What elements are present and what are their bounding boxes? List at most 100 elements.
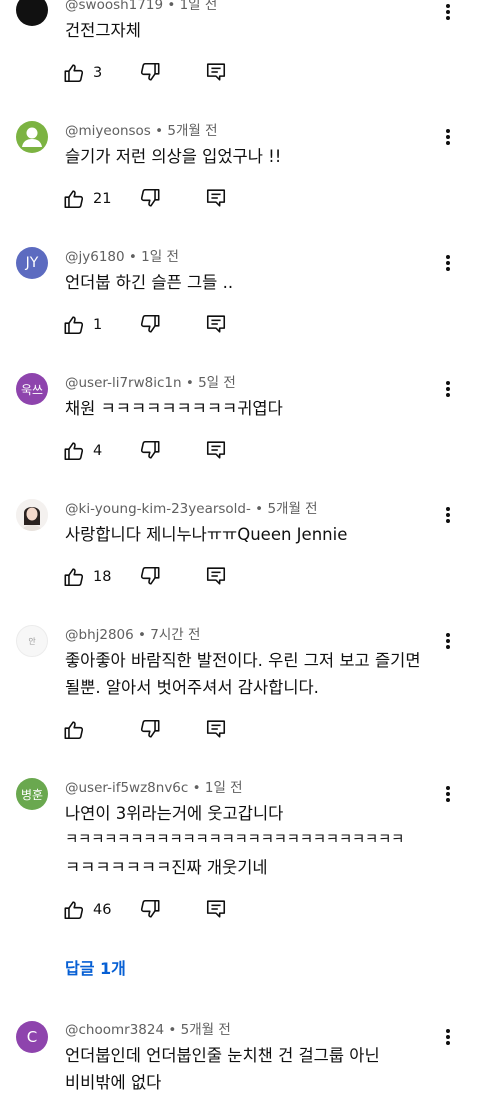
dislike-button[interactable] — [139, 61, 163, 85]
comment-time: 5개월 전 — [180, 1022, 231, 1038]
comment-author[interactable]: @jy6180 — [65, 249, 125, 265]
comment-actions: 46 — [63, 898, 243, 922]
reply-button[interactable] — [205, 313, 229, 337]
dislike-button[interactable] — [139, 898, 163, 922]
reply-button[interactable] — [205, 439, 229, 463]
reply-button[interactable] — [205, 718, 229, 742]
like-button[interactable]: 18 — [63, 565, 111, 589]
avatar[interactable]: 안 — [16, 625, 48, 657]
comment-meta: @user-li7rw8ic1n • 5일 전 — [65, 375, 236, 391]
like-button[interactable]: 3 — [63, 61, 102, 85]
more-options-button[interactable] — [436, 629, 460, 653]
comment-text-line: 건전그자체 — [65, 21, 141, 40]
comment-text: 언더붑인데 언더붑인줄 눈치챈 건 걸그룹 아닌 비비밖에 없다 — [65, 1042, 445, 1096]
comment-actions: 4 — [63, 439, 243, 463]
avatar[interactable]: 욱쓰 — [16, 373, 48, 405]
dislike-button[interactable] — [139, 565, 163, 589]
reply-button[interactable] — [205, 61, 229, 85]
more-options-button[interactable] — [436, 1025, 460, 1049]
avatar[interactable] — [16, 121, 48, 153]
avatar[interactable] — [16, 499, 48, 531]
comment-text: 언더붑 하긴 슬픈 그들 .. — [65, 269, 445, 296]
comment-time: 1일 전 — [204, 780, 243, 796]
comment-text-line: ㅋㅋㅋㅋㅋㅋㅋㅋㅋㅋㅋㅋㅋㅋㅋㅋㅋㅋㅋㅋㅋㅋㅋㅋㅋㅋ — [65, 832, 405, 848]
avatar[interactable]: JY — [16, 247, 48, 279]
reply-comment-icon — [205, 718, 229, 740]
comment-text-line: 될뿐. 알아서 벗어주셔서 감사합니다. — [65, 678, 319, 697]
thumbs-down-icon — [139, 61, 163, 83]
thumbs-up-icon — [63, 62, 85, 84]
like-button[interactable]: 46 — [63, 898, 111, 922]
like-button[interactable]: 1 — [63, 313, 102, 337]
comment-author[interactable]: @user-li7rw8ic1n — [65, 375, 182, 391]
more-vertical-icon — [446, 633, 450, 649]
comment-text: 좋아좋아 바람직한 발전이다. 우린 그저 보고 즐기면 될뿐. 알아서 벗어주… — [65, 647, 445, 701]
comment-text: 사랑합니다 제니누나ㅠㅠQueen Jennie — [65, 521, 445, 548]
view-replies-link[interactable]: 답글 1개 — [65, 955, 126, 979]
reply-comment-icon — [205, 565, 229, 587]
thumbs-up-icon — [63, 440, 85, 462]
thumbs-down-icon — [139, 439, 163, 461]
reply-comment-icon — [205, 313, 229, 335]
thumbs-up-icon — [63, 899, 85, 921]
reply-button[interactable] — [205, 187, 229, 211]
dislike-button[interactable] — [139, 718, 163, 742]
comment-author[interactable]: @swoosh1719 — [65, 0, 163, 13]
reply-comment-icon — [205, 61, 229, 83]
more-options-button[interactable] — [436, 251, 460, 275]
more-options-button[interactable] — [436, 503, 460, 527]
dislike-button[interactable] — [139, 187, 163, 211]
thumbs-down-icon — [139, 565, 163, 587]
comment-text-line: 언더붑 하긴 슬픈 그들 .. — [65, 273, 234, 292]
comment-actions: 18 — [63, 565, 243, 589]
comment-text: 슬기가 저런 의상을 입었구나 !! — [65, 143, 445, 170]
thumbs-up-icon — [63, 566, 85, 588]
comment-time: 5일 전 — [198, 375, 236, 391]
more-options-button[interactable] — [436, 782, 460, 806]
reply-button[interactable] — [205, 565, 229, 589]
comment-actions — [63, 718, 243, 742]
like-button[interactable]: 4 — [63, 439, 102, 463]
thumbs-down-icon — [139, 187, 163, 209]
avatar[interactable]: C — [16, 1021, 48, 1053]
more-options-button[interactable] — [436, 125, 460, 149]
comment-meta: @user-if5wz8nv6c • 1일 전 — [65, 780, 243, 796]
comment-time: 7시간 전 — [150, 627, 201, 643]
dislike-button[interactable] — [139, 313, 163, 337]
like-count: 21 — [93, 191, 112, 207]
more-vertical-icon — [446, 381, 450, 397]
default-user-icon — [16, 121, 48, 153]
dislike-button[interactable] — [139, 439, 163, 463]
more-options-button[interactable] — [436, 0, 460, 24]
more-options-button[interactable] — [436, 377, 460, 401]
comment-author[interactable]: @bhj2806 — [65, 627, 134, 643]
comment-author[interactable]: @user-if5wz8nv6c — [65, 780, 188, 796]
comment-text-line: 비비밖에 없다 — [65, 1073, 162, 1092]
more-vertical-icon — [446, 507, 450, 523]
comment-meta: @bhj2806 • 7시간 전 — [65, 627, 201, 643]
more-vertical-icon — [446, 786, 450, 802]
like-count: 46 — [93, 902, 112, 918]
comment-author[interactable]: @ki-young-kim-23yearsold- — [65, 501, 251, 517]
more-vertical-icon — [446, 129, 450, 145]
thumbs-up-icon — [63, 719, 85, 741]
like-button[interactable] — [63, 718, 93, 742]
avatar[interactable] — [16, 0, 48, 26]
reply-button[interactable] — [205, 898, 229, 922]
like-button[interactable]: 21 — [63, 187, 111, 211]
comment-text-line: 나연이 3위라는거에 웃고갑니다 — [65, 804, 284, 823]
comment-text-line: 슬기가 저런 의상을 입었구나 !! — [65, 147, 282, 166]
comment-text-line: 언더붑인데 언더붑인줄 눈치챈 건 걸그룹 아닌 — [65, 1046, 380, 1065]
profile-photo-icon — [16, 499, 48, 531]
comment-time: 5개월 전 — [167, 123, 218, 139]
more-vertical-icon — [446, 255, 450, 271]
more-vertical-icon — [446, 4, 450, 20]
avatar[interactable]: 병훈 — [16, 778, 48, 810]
like-count: 3 — [93, 65, 103, 81]
comment-text: 나연이 3위라는거에 웃고갑니다 ㅋㅋㅋㅋㅋㅋㅋㅋㅋㅋㅋㅋㅋㅋㅋㅋㅋㅋㅋㅋㅋㅋㅋ… — [65, 800, 445, 881]
reply-comment-icon — [205, 439, 229, 461]
thumbs-down-icon — [139, 313, 163, 335]
comment-author[interactable]: @miyeonsos — [65, 123, 151, 139]
comment-author[interactable]: @choomr3824 — [65, 1022, 164, 1038]
comment-actions: 3 — [63, 61, 243, 85]
